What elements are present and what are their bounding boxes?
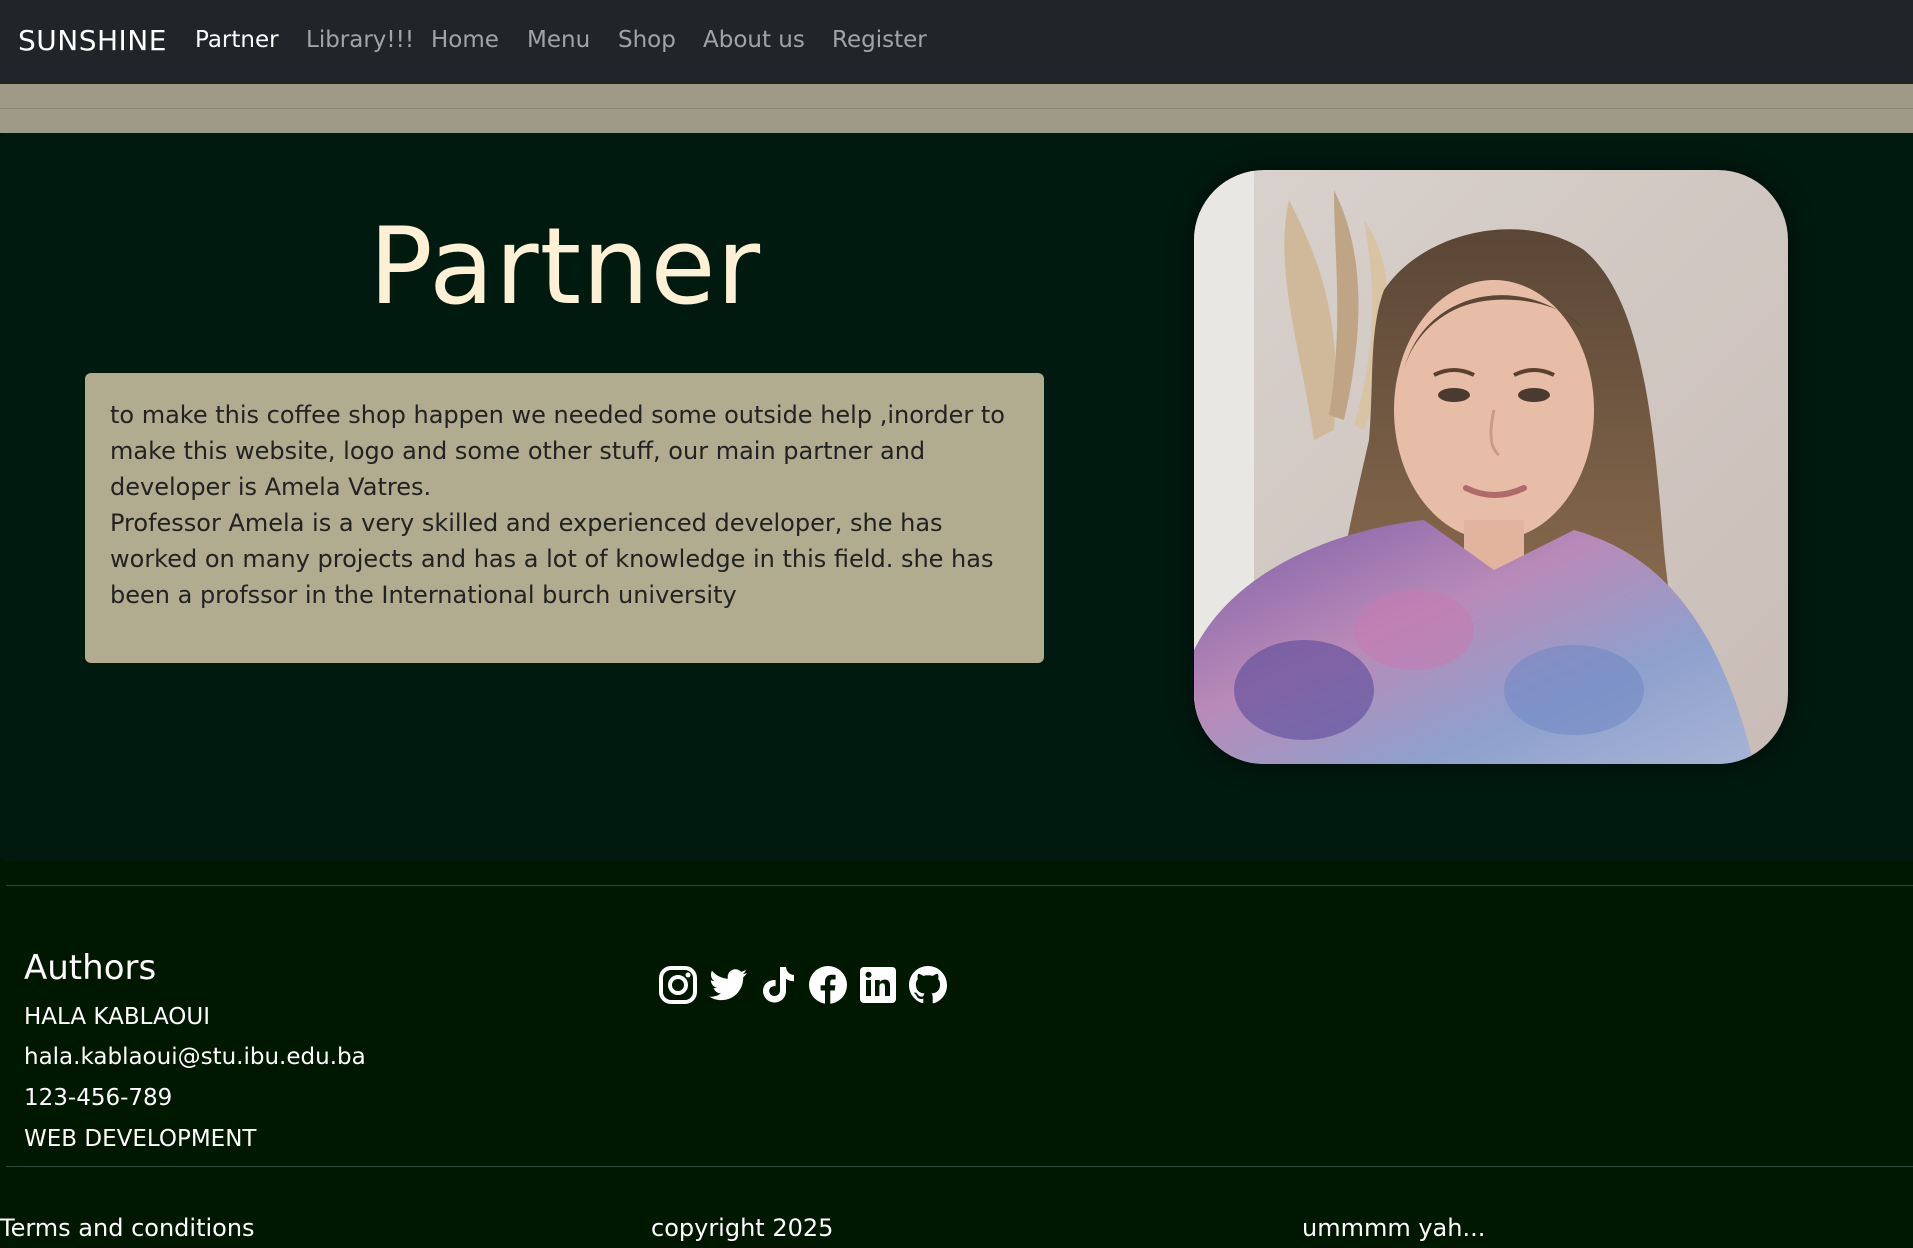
footer-divider-bottom bbox=[6, 1166, 1913, 1167]
instagram-icon[interactable] bbox=[657, 964, 699, 1006]
partner-photo bbox=[1194, 170, 1788, 764]
nav-item-library[interactable]: Library!!! bbox=[306, 27, 414, 53]
nav-item-menu[interactable]: Menu bbox=[527, 27, 590, 53]
nav-item-partner[interactable]: Partner bbox=[195, 27, 279, 53]
terms-link[interactable]: Terms and conditions bbox=[0, 1214, 255, 1242]
nav-item-about-us[interactable]: About us bbox=[703, 27, 805, 53]
navbar: SUNSHINE Partner Library!!! Home Menu Sh… bbox=[0, 0, 1913, 84]
tiktok-icon[interactable] bbox=[757, 964, 799, 1006]
nav-item-register[interactable]: Register bbox=[832, 27, 927, 53]
authors-heading: Authors bbox=[24, 948, 157, 988]
author-email[interactable]: hala.kablaoui@stu.ibu.edu.ba bbox=[24, 1044, 366, 1070]
partner-section: Partner to make this coffee shop happen … bbox=[0, 133, 1913, 861]
github-icon[interactable] bbox=[907, 964, 949, 1006]
divider bbox=[0, 108, 1913, 109]
partner-description-card: to make this coffee shop happen we neede… bbox=[85, 373, 1044, 663]
facebook-icon[interactable] bbox=[807, 964, 849, 1006]
author-course: WEB DEVELOPMENT bbox=[24, 1126, 257, 1152]
twitter-icon[interactable] bbox=[707, 964, 749, 1006]
footer-tagline: ummmm yah... bbox=[1302, 1214, 1486, 1242]
nav-item-home[interactable]: Home bbox=[431, 27, 499, 53]
author-phone: 123-456-789 bbox=[24, 1085, 173, 1111]
copyright-text: copyright 2025 bbox=[651, 1214, 834, 1242]
page-title: Partner bbox=[368, 205, 762, 328]
partner-paragraph-2: Professor Amela is a very skilled and ex… bbox=[110, 509, 994, 609]
brand-logo[interactable]: SUNSHINE bbox=[18, 24, 167, 57]
author-name: HALA KABLAOUI bbox=[24, 1004, 210, 1030]
partner-paragraph-1: to make this coffee shop happen we neede… bbox=[110, 401, 1005, 501]
linkedin-icon[interactable] bbox=[857, 964, 899, 1006]
footer-divider-top bbox=[6, 885, 1913, 886]
nav-item-shop[interactable]: Shop bbox=[618, 27, 676, 53]
